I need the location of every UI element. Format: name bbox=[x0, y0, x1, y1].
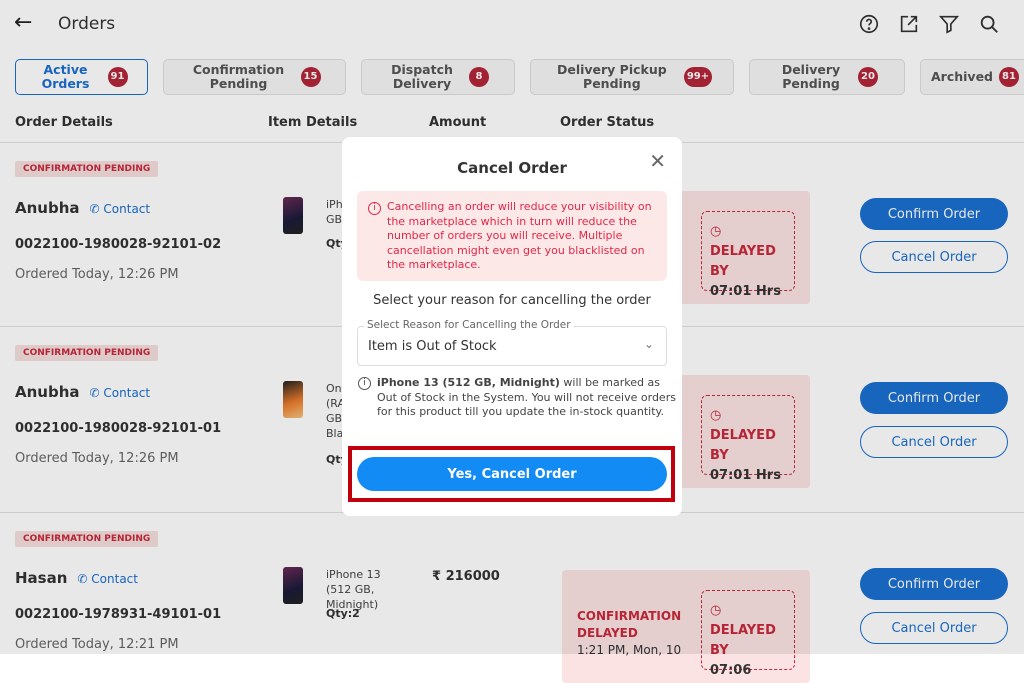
info-icon: i bbox=[358, 377, 371, 390]
reason-select[interactable]: Select Reason for Cancelling the Order It… bbox=[357, 319, 667, 366]
dialog-title: Cancel Order bbox=[457, 159, 567, 177]
warning-text: Cancelling an order will reduce your vis… bbox=[387, 200, 652, 271]
close-icon[interactable]: ✕ bbox=[649, 149, 666, 173]
delay-time: 07:06 bbox=[710, 663, 752, 678]
chevron-down-icon: ⌄ bbox=[643, 337, 654, 351]
product-name: iPhone 13 (512 GB, Midnight) bbox=[377, 376, 560, 389]
reason-prompt: Select your reason for cancelling the or… bbox=[373, 293, 651, 308]
stock-info: i iPhone 13 (512 GB, Midnight) will be ma… bbox=[358, 376, 677, 420]
select-value: Item is Out of Stock bbox=[368, 339, 497, 354]
info-icon: i bbox=[368, 202, 381, 215]
yes-cancel-order-button[interactable]: Yes, Cancel Order bbox=[357, 457, 667, 491]
warning-banner: i Cancelling an order will reduce your vi… bbox=[357, 191, 667, 281]
cancel-order-dialog: Cancel Order ✕ i Cancelling an order will… bbox=[342, 137, 682, 516]
select-label: Select Reason for Cancelling the Order bbox=[364, 319, 574, 331]
